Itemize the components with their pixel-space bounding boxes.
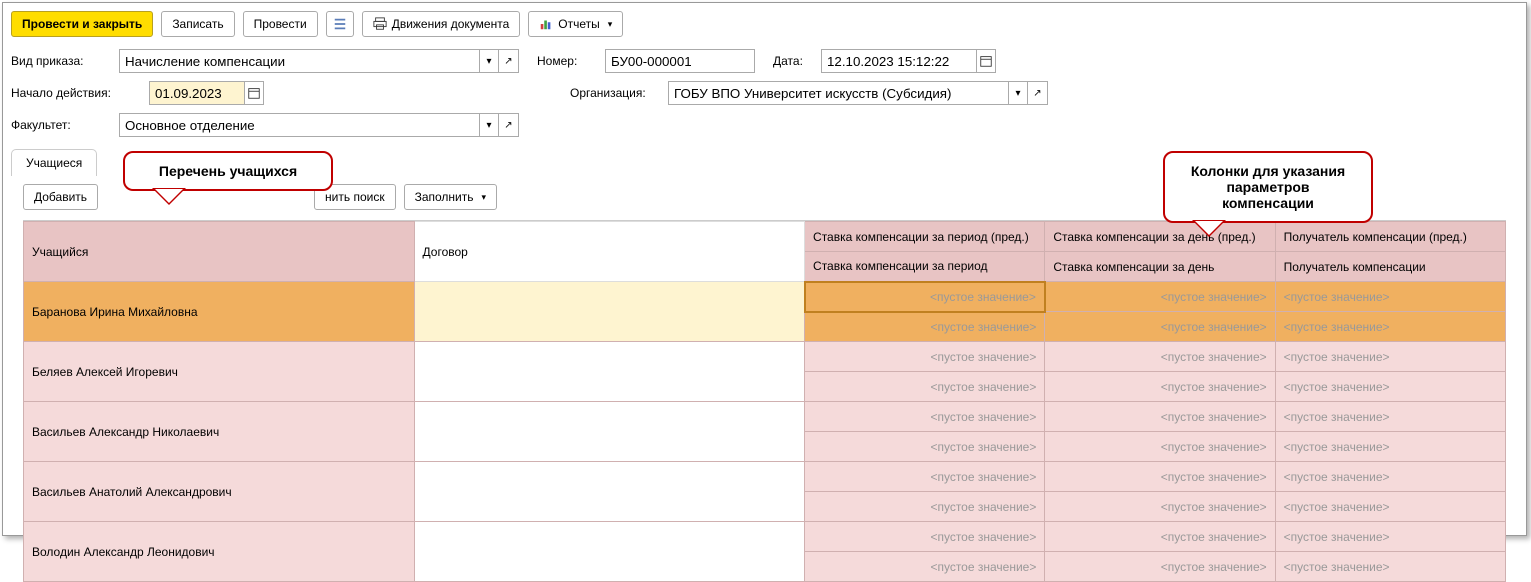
cell-value[interactable]: <пустое значение> xyxy=(1275,522,1505,552)
cell-value[interactable]: <пустое значение> xyxy=(805,372,1045,402)
tab-students[interactable]: Учащиеся xyxy=(11,149,97,176)
header-rate-period-prev[interactable]: Ставка компенсации за период (пред.) xyxy=(805,222,1045,252)
cell-contract[interactable] xyxy=(414,402,805,462)
header-rate-day-prev[interactable]: Ставка компенсации за день (пред.) xyxy=(1045,222,1275,252)
cell-contract[interactable] xyxy=(414,282,805,342)
movements-label: Движения документа xyxy=(392,17,510,31)
cell-value[interactable]: <пустое значение> xyxy=(1045,342,1275,372)
cell-value[interactable]: <пустое значение> xyxy=(1045,522,1275,552)
cell-value[interactable]: <пустое значение> xyxy=(1045,462,1275,492)
callout-compensation-columns: Колонки для указания параметров компенса… xyxy=(1163,151,1373,223)
fill-button[interactable]: Заполнить xyxy=(404,184,497,210)
dropdown-button[interactable]: ▾ xyxy=(479,49,499,73)
calendar-icon xyxy=(979,54,993,68)
cell-student[interactable]: Васильев Анатолий Александрович xyxy=(24,462,415,522)
cell-contract[interactable] xyxy=(414,522,805,582)
calendar-icon xyxy=(247,86,261,100)
table-row[interactable]: Баранова Ирина Михайловна<пустое значени… xyxy=(24,282,1506,312)
cell-value[interactable]: <пустое значение> xyxy=(1045,492,1275,522)
cell-student[interactable]: Беляев Алексей Игоревич xyxy=(24,342,415,402)
date-input[interactable] xyxy=(821,49,976,73)
cell-value[interactable]: <пустое значение> xyxy=(805,492,1045,522)
cell-contract[interactable] xyxy=(414,342,805,402)
table-row[interactable]: Васильев Анатолий Александрович<пустое з… xyxy=(24,462,1506,492)
faculty-label: Факультет: xyxy=(11,118,111,132)
chart-icon xyxy=(539,17,553,31)
cell-value[interactable]: <пустое значение> xyxy=(1045,312,1275,342)
cell-value[interactable]: <пустое значение> xyxy=(1275,492,1505,522)
calendar-button[interactable] xyxy=(976,49,996,73)
cell-student[interactable]: Васильев Александр Николаевич xyxy=(24,402,415,462)
dropdown-button[interactable]: ▾ xyxy=(479,113,499,137)
cell-value[interactable]: <пустое значение> xyxy=(1045,402,1275,432)
faculty-input[interactable] xyxy=(119,113,479,137)
cell-contract[interactable] xyxy=(414,462,805,522)
cell-value[interactable]: <пустое значение> xyxy=(805,312,1045,342)
order-type-input[interactable] xyxy=(119,49,479,73)
header-rate-day[interactable]: Ставка компенсации за день xyxy=(1045,252,1275,282)
cell-value[interactable]: <пустое значение> xyxy=(1045,282,1275,312)
students-table: Учащийся Договор Ставка компенсации за п… xyxy=(23,221,1506,582)
cell-value[interactable]: <пустое значение> xyxy=(1275,552,1505,582)
date-label: Дата: xyxy=(773,54,813,68)
order-type-label: Вид приказа: xyxy=(11,54,111,68)
cell-value[interactable]: <пустое значение> xyxy=(805,342,1045,372)
number-label: Номер: xyxy=(537,54,597,68)
header-recipient[interactable]: Получатель компенсации xyxy=(1275,252,1505,282)
header-rate-period[interactable]: Ставка компенсации за период xyxy=(805,252,1045,282)
reports-button[interactable]: Отчеты xyxy=(528,11,623,37)
table-row[interactable]: Беляев Алексей Игоревич<пустое значение>… xyxy=(24,342,1506,372)
open-button[interactable]: ↗ xyxy=(499,49,519,73)
cell-value[interactable]: <пустое значение> xyxy=(1275,402,1505,432)
org-label: Организация: xyxy=(570,86,660,100)
cell-student[interactable]: Баранова Ирина Михайловна xyxy=(24,282,415,342)
org-input[interactable] xyxy=(668,81,1008,105)
cell-value[interactable]: <пустое значение> xyxy=(805,282,1045,312)
cell-student[interactable]: Володин Александр Леонидович xyxy=(24,522,415,582)
dropdown-button[interactable]: ▾ xyxy=(1008,81,1028,105)
form-settings-button[interactable] xyxy=(326,11,354,37)
cell-value[interactable]: <пустое значение> xyxy=(1275,372,1505,402)
cell-value[interactable]: <пустое значение> xyxy=(1045,372,1275,402)
cell-value[interactable]: <пустое значение> xyxy=(805,552,1045,582)
add-button[interactable]: Добавить xyxy=(23,184,98,210)
open-button[interactable]: ↗ xyxy=(499,113,519,137)
header-student[interactable]: Учащийся xyxy=(24,222,415,282)
post-and-close-button[interactable]: Провести и закрыть xyxy=(11,11,153,37)
cell-value[interactable]: <пустое значение> xyxy=(1275,432,1505,462)
cell-value[interactable]: <пустое значение> xyxy=(1275,282,1505,312)
post-button[interactable]: Провести xyxy=(243,11,318,37)
main-toolbar: Провести и закрыть Записать Провести Дви… xyxy=(3,3,1526,45)
cell-value[interactable]: <пустое значение> xyxy=(805,462,1045,492)
table-row[interactable]: Володин Александр Леонидович<пустое знач… xyxy=(24,522,1506,552)
start-date-label: Начало действия: xyxy=(11,86,141,100)
cell-value[interactable]: <пустое значение> xyxy=(805,522,1045,552)
calendar-button[interactable] xyxy=(244,81,264,105)
header-recipient-prev[interactable]: Получатель компенсации (пред.) xyxy=(1275,222,1505,252)
cell-value[interactable]: <пустое значение> xyxy=(805,432,1045,462)
open-button[interactable]: ↗ xyxy=(1028,81,1048,105)
document-movements-button[interactable]: Движения документа xyxy=(362,11,521,37)
cell-value[interactable]: <пустое значение> xyxy=(1045,432,1275,462)
header-contract[interactable]: Договор xyxy=(414,222,805,282)
number-input[interactable] xyxy=(605,49,755,73)
table-row[interactable]: Васильев Александр Николаевич<пустое зна… xyxy=(24,402,1506,432)
cell-value[interactable]: <пустое значение> xyxy=(1275,342,1505,372)
cell-value[interactable]: <пустое значение> xyxy=(805,402,1045,432)
cell-value[interactable]: <пустое значение> xyxy=(1275,312,1505,342)
start-date-input[interactable] xyxy=(149,81,244,105)
save-button[interactable]: Записать xyxy=(161,11,234,37)
cell-value[interactable]: <пустое значение> xyxy=(1275,462,1505,492)
callout-students-list: Перечень учащихся xyxy=(123,151,333,191)
cell-value[interactable]: <пустое значение> xyxy=(1045,552,1275,582)
printer-icon xyxy=(373,17,387,31)
list-icon xyxy=(333,17,347,31)
reports-label: Отчеты xyxy=(558,17,599,31)
